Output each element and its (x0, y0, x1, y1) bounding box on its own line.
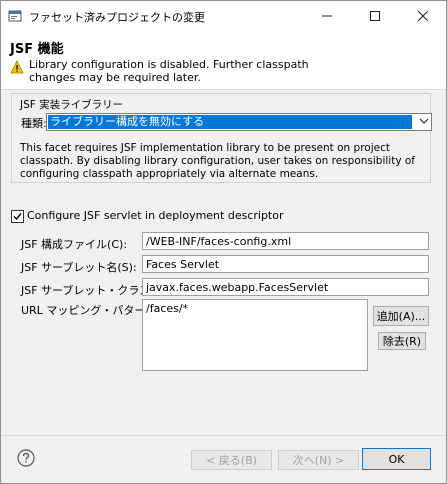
eclipse-app-icon (8, 9, 22, 23)
configure-servlet-checkbox[interactable] (11, 210, 24, 223)
minimize-button[interactable] (304, 1, 350, 31)
maximize-icon (370, 11, 380, 21)
config-file-input[interactable] (142, 232, 429, 250)
library-type-select[interactable]: ライブラリー構成を無効にする (46, 113, 432, 131)
implementation-description: This facet requires JSF implementation l… (20, 142, 415, 180)
url-pattern-list[interactable]: /faces/* (142, 299, 368, 371)
checkmark-icon (13, 213, 22, 221)
servlet-name-label: JSF サーブレット名(S): (21, 261, 137, 274)
ok-button[interactable]: OK (362, 448, 431, 470)
close-button[interactable] (400, 1, 446, 31)
footer-divider (1, 435, 446, 436)
next-button[interactable]: 次へ(N) > (278, 450, 359, 470)
back-button[interactable]: < 戻る(B) (191, 450, 272, 470)
page-title: JSF 機能 (10, 42, 64, 57)
servlet-name-input[interactable] (142, 255, 429, 273)
chevron-down-icon (419, 116, 429, 129)
remove-pattern-button[interactable]: 除去(R) (378, 332, 426, 350)
configure-servlet-label: Configure JSF servlet in deployment desc… (27, 209, 284, 222)
library-type-value: ライブラリー構成を無効にする (48, 115, 412, 129)
dialog-window: ファセット済みプロジェクトの変更 JSF 機能 Library configur… (0, 0, 447, 484)
implementation-group-label: JSF 実装ライブラリー (18, 97, 126, 112)
help-icon[interactable] (17, 449, 35, 467)
maximize-button[interactable] (352, 1, 398, 31)
window-title: ファセット済みプロジェクトの変更 (29, 11, 205, 24)
servlet-class-input[interactable] (142, 278, 429, 296)
warning-icon (10, 60, 24, 74)
list-item[interactable]: /faces/* (146, 302, 188, 315)
add-pattern-button[interactable]: 追加(A)... (373, 306, 429, 326)
type-label: 種類: (21, 117, 47, 130)
config-file-label: JSF 構成ファイル(C): (21, 238, 128, 251)
close-icon (418, 11, 428, 21)
page-header: JSF 機能 Library configuration is disabled… (1, 31, 446, 90)
title-bar[interactable]: ファセット済みプロジェクトの変更 (1, 1, 446, 31)
warning-message: Library configuration is disabled. Furth… (29, 58, 309, 84)
minimize-icon (322, 15, 332, 17)
